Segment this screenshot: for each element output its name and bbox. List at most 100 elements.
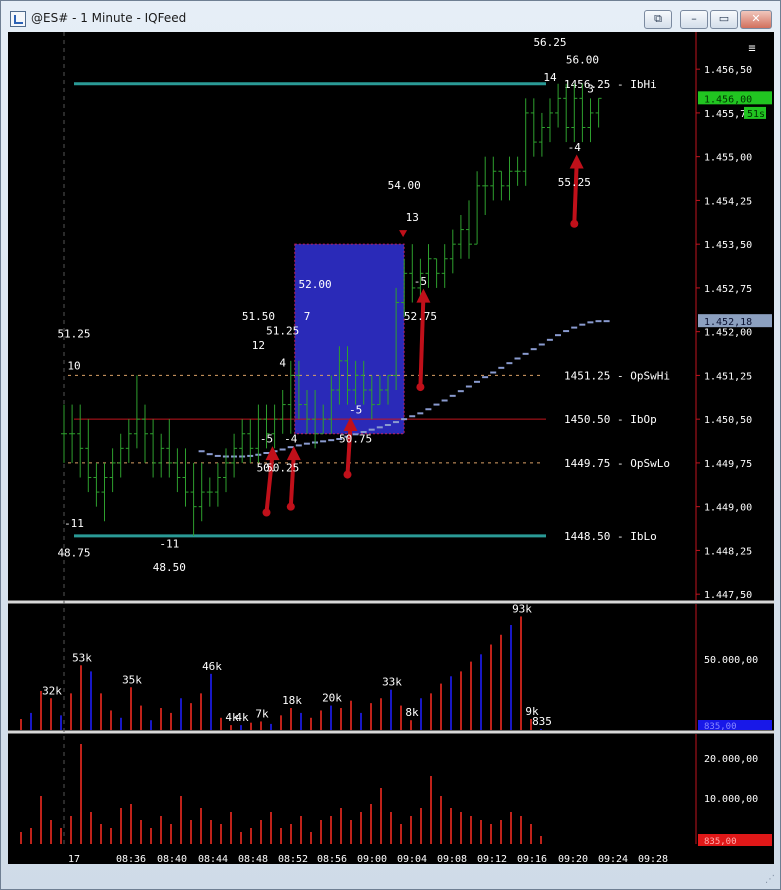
volume-label: 835 — [532, 715, 552, 728]
volume-bar — [240, 725, 242, 730]
time-tick-label: 09:28 — [638, 854, 668, 864]
volume-bar — [260, 721, 262, 730]
delta-bar — [490, 824, 492, 844]
chart-canvas[interactable]: 1456.25 - IbHi 1451.25 - OpSwHi 1450.50 - … — [8, 32, 774, 864]
price-tick-label: 1.451,25 — [704, 371, 752, 382]
price-annotation: -5 — [414, 275, 427, 288]
level-label: 1456.25 - IbHi — [564, 78, 657, 91]
delta-bar — [530, 824, 532, 844]
signal-arrow-tail — [570, 219, 579, 228]
timer-label: 51s — [747, 109, 765, 120]
delta-bar — [420, 808, 422, 844]
delta-bar — [540, 836, 542, 844]
volume-bar — [140, 705, 142, 730]
volume-bar — [390, 689, 392, 730]
volume-bar — [360, 712, 362, 730]
time-tick-label: 08:36 — [116, 854, 146, 864]
time-tick-label: 08:48 — [238, 854, 268, 864]
price-annotation: 7 — [304, 310, 311, 323]
volume-label: 46k — [202, 660, 222, 673]
price-annotation: 10 — [67, 360, 80, 373]
volume-bar — [110, 710, 112, 730]
volume-bar — [190, 703, 192, 730]
volume-bar — [130, 687, 132, 730]
signal-arrow — [572, 162, 579, 224]
panel-menu-icon: ≡ — [748, 41, 755, 55]
volume-label: 18k — [282, 694, 302, 707]
delta-bar — [210, 820, 212, 844]
price-annotation: 50. — [257, 462, 277, 475]
volume-bar — [350, 700, 352, 730]
price-annotation: 50.75 — [339, 433, 372, 446]
volume-bar — [160, 708, 162, 730]
delta-bar — [200, 808, 202, 844]
delta-tick-label: 10.000,00 — [704, 794, 758, 805]
price-annotation: 51.50 — [242, 310, 275, 323]
volume-bar — [30, 712, 32, 730]
volume-bar — [290, 708, 292, 730]
delta-bar — [270, 812, 272, 844]
delta-bar — [100, 824, 102, 844]
volume-bar — [280, 715, 282, 730]
volume-bar — [520, 616, 522, 730]
title-bar[interactable]: @ES# - 1 Minute - IQFeed ⧉ – ▭ ✕ — [1, 1, 780, 33]
volume-bar — [420, 698, 422, 730]
time-tick-label: 09:08 — [437, 854, 467, 864]
restore-down-button[interactable]: ⧉ — [644, 10, 672, 29]
delta-bar — [170, 824, 172, 844]
volume-bar — [220, 717, 222, 730]
volume-bar — [510, 624, 512, 730]
volume-bar — [370, 703, 372, 730]
delta-bar — [220, 824, 222, 844]
volume-bar — [50, 698, 52, 730]
delta-bar — [470, 816, 472, 844]
delta-bar — [240, 832, 242, 844]
time-tick-label: 08:40 — [157, 854, 187, 864]
time-tick-label: 09:16 — [517, 854, 547, 864]
delta-bar — [390, 812, 392, 844]
delta-bar — [180, 796, 182, 844]
volume-bar — [490, 644, 492, 730]
delta-bar — [310, 832, 312, 844]
delta-bar — [130, 804, 132, 844]
chart-app-icon[interactable] — [10, 11, 26, 27]
close-icon: ✕ — [751, 12, 761, 25]
price-annotation: 13 — [406, 211, 419, 224]
delta-bar — [520, 816, 522, 844]
delta-bar — [350, 820, 352, 844]
volume-bar — [500, 634, 502, 730]
time-tick-label: 17 — [68, 854, 80, 864]
chart-window: @ES# - 1 Minute - IQFeed ⧉ – ▭ ✕ 1456.25… — [0, 0, 781, 890]
delta-bar — [140, 820, 142, 844]
maximize-button[interactable]: ▭ — [710, 10, 738, 29]
price-annotation: 52.75 — [404, 310, 437, 323]
delta-bar — [400, 824, 402, 844]
delta-tick-label: 20.000,00 — [704, 754, 758, 765]
delta-bar — [120, 808, 122, 844]
price-tick-label: 1.448,25 — [704, 546, 752, 557]
delta-bar — [380, 788, 382, 844]
price-annotation: 3 — [587, 83, 594, 96]
maximize-icon: ▭ — [718, 12, 730, 25]
minimize-button[interactable]: – — [680, 10, 708, 29]
delta-bar — [430, 776, 432, 844]
delta-bar — [70, 816, 72, 844]
volume-bar — [120, 717, 122, 730]
volume-bar — [410, 720, 412, 730]
level-label: 1450.50 - IbOp — [564, 413, 657, 426]
delta-bar — [160, 816, 162, 844]
volume-bar — [540, 728, 542, 730]
volume-bar — [60, 715, 62, 730]
arrow-up-icon — [416, 288, 431, 303]
vwap-price-label: 1.452,18 — [704, 317, 752, 328]
close-button[interactable]: ✕ — [740, 10, 772, 29]
delta-bar — [450, 808, 452, 844]
volume-label: 93k — [512, 602, 532, 615]
price-tick-label: 1.449,00 — [704, 503, 752, 514]
delta-bar — [230, 812, 232, 844]
resize-grip-icon[interactable]: ⋰ — [765, 874, 777, 886]
down-marker-icon — [399, 230, 408, 238]
price-annotation: -4 — [568, 141, 582, 154]
price-tick-label: 1.452,75 — [704, 284, 752, 295]
delta-bar — [370, 804, 372, 844]
